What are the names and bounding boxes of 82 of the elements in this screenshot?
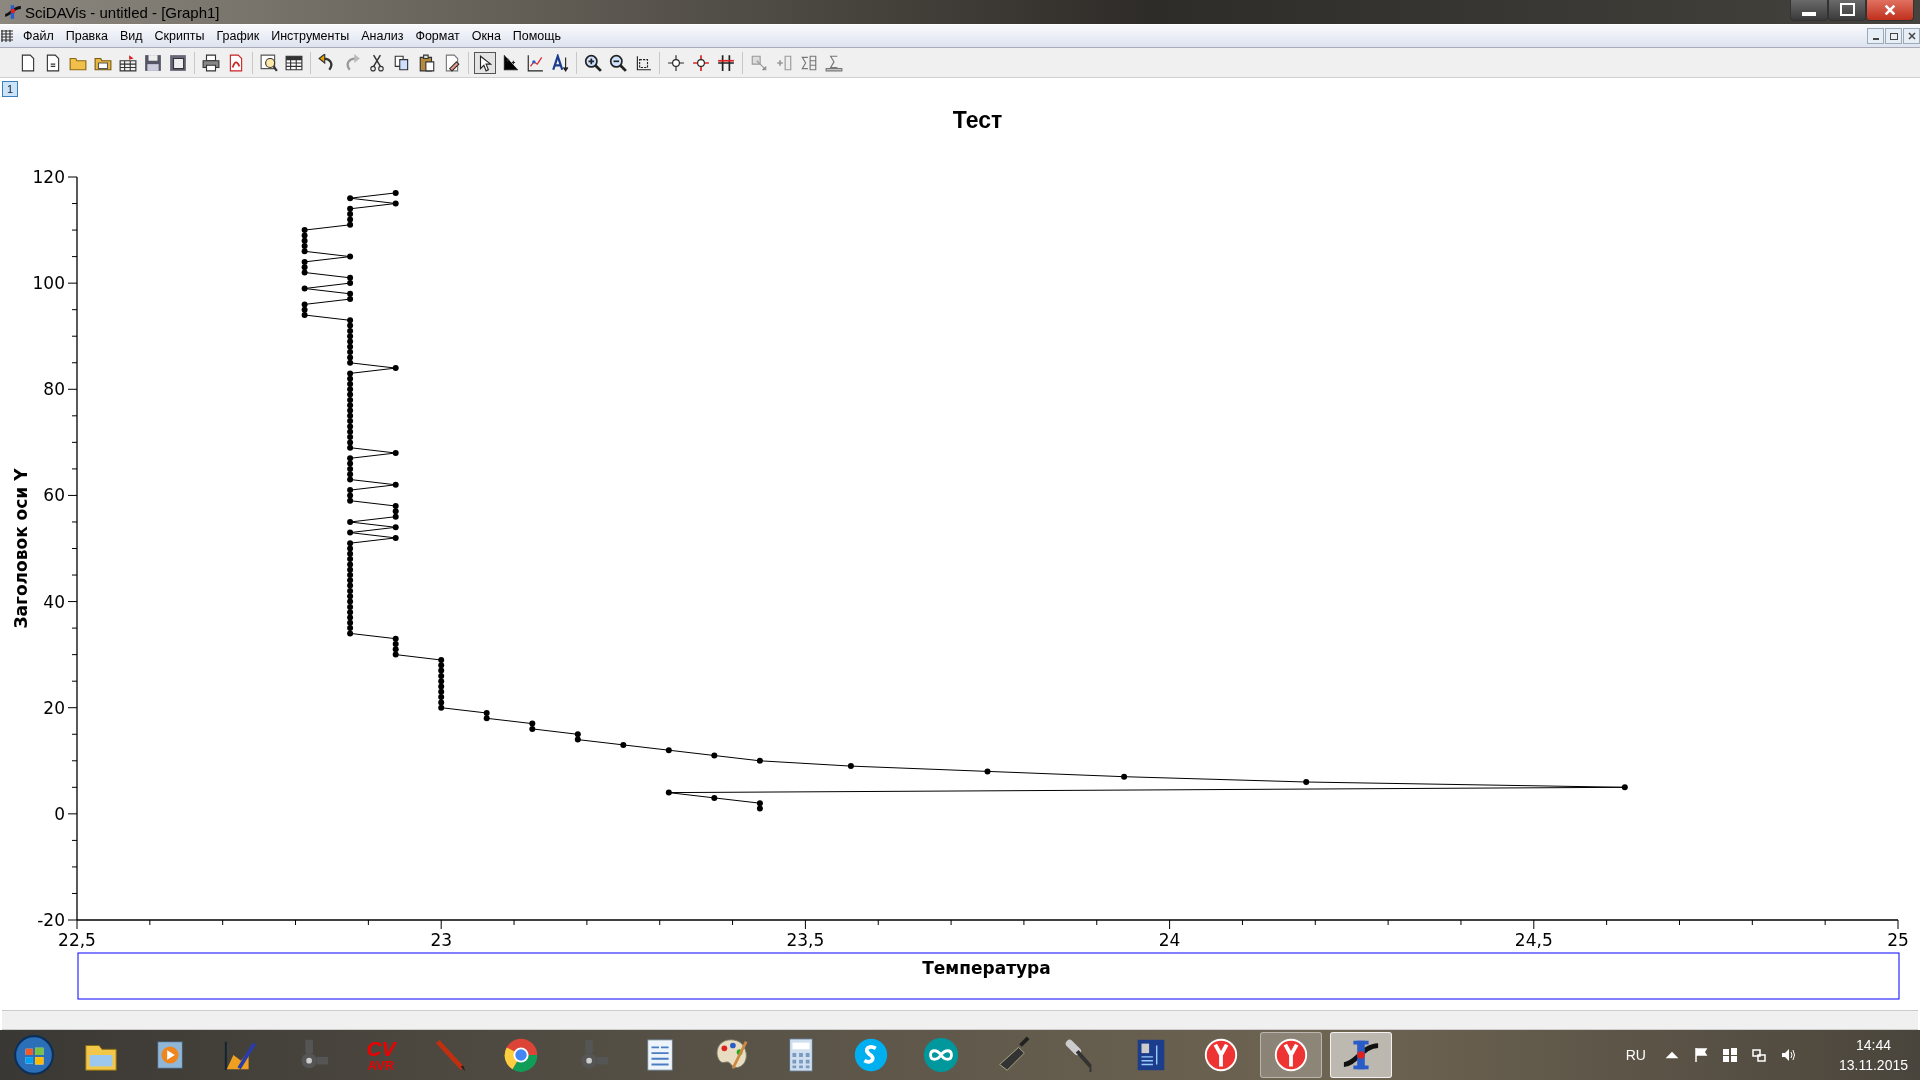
clock[interactable]: 14:44 13.11.2015 bbox=[1838, 1035, 1908, 1075]
browser-icon bbox=[1202, 1036, 1240, 1074]
app-logo-icon bbox=[4, 3, 22, 21]
axis-tick-label: 23,5 bbox=[786, 930, 825, 950]
axis-tick-label: 120 bbox=[32, 167, 65, 187]
axis-tick-label: 22,5 bbox=[58, 930, 96, 950]
close-icon bbox=[1907, 32, 1916, 40]
data-point bbox=[756, 757, 763, 764]
clock-time: 14:44 bbox=[1855, 1036, 1891, 1055]
text-tool-icon[interactable] bbox=[549, 51, 571, 74]
data-point bbox=[392, 365, 399, 372]
menu-item[interactable]: Правка bbox=[59, 27, 114, 45]
preview-icon[interactable] bbox=[258, 51, 280, 74]
printer-icon[interactable] bbox=[200, 51, 222, 74]
menu-item[interactable]: Формат bbox=[409, 27, 466, 45]
speaker-icon[interactable] bbox=[1779, 1047, 1796, 1063]
window-menu-icon[interactable] bbox=[1, 30, 13, 42]
data-point bbox=[665, 789, 672, 796]
window-title: SciDAVis - untitled - [Graph1] bbox=[25, 3, 220, 21]
chat-app-icon bbox=[852, 1036, 890, 1074]
axis-tick-label: 24 bbox=[1158, 930, 1181, 950]
windows-logo-icon[interactable] bbox=[1721, 1047, 1738, 1063]
axis-tick-label: 0 bbox=[54, 803, 65, 824]
network-icon[interactable] bbox=[1750, 1047, 1767, 1063]
close-button[interactable] bbox=[1903, 28, 1920, 44]
taskbar-app-button[interactable] bbox=[1330, 1032, 1392, 1078]
browser-icon bbox=[502, 1036, 540, 1074]
data-point bbox=[301, 285, 308, 292]
data-point bbox=[665, 747, 672, 754]
menu-item[interactable]: Скрипты bbox=[148, 27, 211, 45]
app-logo: CV AVR bbox=[366, 1038, 396, 1072]
data-point bbox=[347, 195, 354, 202]
axis-tick-label: 100 bbox=[32, 273, 65, 294]
data-point bbox=[1621, 784, 1628, 791]
pointer-icon[interactable] bbox=[474, 51, 496, 74]
minimize-button[interactable] bbox=[1790, 0, 1828, 21]
data-point bbox=[347, 529, 354, 536]
data-point bbox=[1303, 779, 1310, 785]
axis-tick-label: -20 bbox=[37, 910, 65, 930]
restore-button[interactable] bbox=[1885, 28, 1902, 44]
menu-item[interactable]: Файл bbox=[17, 27, 60, 45]
close-button[interactable] bbox=[1866, 0, 1914, 21]
close-icon bbox=[1882, 2, 1898, 17]
data-point bbox=[1121, 773, 1128, 780]
data-point bbox=[392, 450, 399, 456]
data-point bbox=[392, 189, 399, 196]
data-point bbox=[847, 763, 854, 770]
data-point bbox=[392, 200, 399, 207]
axis-tick-label: 20 bbox=[43, 697, 65, 718]
menu-item[interactable]: Помощь bbox=[506, 27, 568, 45]
infinity-logo-icon bbox=[922, 1036, 960, 1074]
axis-tick-label: 60 bbox=[43, 485, 65, 506]
axis-title-frame[interactable] bbox=[77, 952, 1900, 1000]
axis-tick-label: 40 bbox=[43, 591, 65, 612]
maximize-button[interactable] bbox=[1828, 0, 1866, 21]
chart-title: Тест bbox=[952, 107, 1003, 133]
data-point bbox=[984, 768, 991, 775]
axis-tick-label: 23 bbox=[430, 930, 452, 950]
axis-tick-label: 80 bbox=[43, 379, 65, 400]
flag-icon[interactable] bbox=[1692, 1047, 1709, 1063]
menu-item[interactable]: Инструменты bbox=[265, 27, 356, 45]
menu-item[interactable]: График bbox=[210, 27, 266, 45]
data-point bbox=[347, 519, 354, 525]
menu-item[interactable]: Вид bbox=[113, 27, 149, 45]
menu-item[interactable]: Окна bbox=[465, 27, 507, 45]
layer-button[interactable]: 1 bbox=[2, 81, 18, 97]
language-indicator[interactable]: RU bbox=[1625, 1047, 1646, 1063]
data-point bbox=[711, 794, 718, 801]
x-axis-title: Температура bbox=[922, 958, 1051, 978]
axis-tick-label: 24,5 bbox=[1514, 930, 1553, 950]
y-axis-title: Заголовок оси Y bbox=[11, 468, 31, 629]
data-point bbox=[392, 534, 399, 541]
menu-item[interactable]: Анализ bbox=[355, 27, 410, 45]
browser-icon bbox=[1272, 1036, 1310, 1074]
data-point bbox=[392, 481, 399, 488]
data-point bbox=[620, 741, 627, 748]
clock-date: 13.11.2015 bbox=[1838, 1056, 1908, 1075]
axis-tick-label: 25 bbox=[1887, 930, 1909, 950]
minimize-button[interactable] bbox=[1867, 28, 1884, 44]
data-point bbox=[711, 752, 718, 759]
data-point bbox=[347, 253, 354, 260]
data-point bbox=[392, 524, 399, 531]
